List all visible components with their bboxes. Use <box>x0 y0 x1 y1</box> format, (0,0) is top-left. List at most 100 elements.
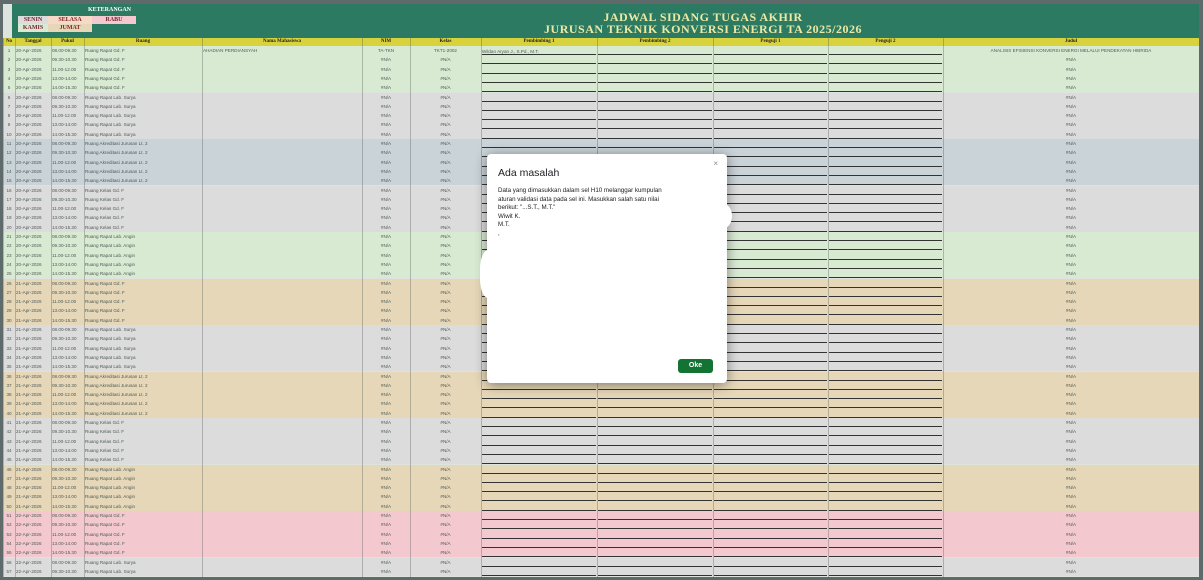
examiner2-dropdown[interactable] <box>829 438 942 446</box>
student-name-cell[interactable] <box>203 502 361 511</box>
room-cell[interactable]: Ruang Akreditasi Jurusan Lt. 2 <box>85 409 201 418</box>
examiner1-dropdown[interactable] <box>714 475 827 483</box>
date-cell[interactable]: 21-Apr-2026 <box>16 381 50 390</box>
class-cell[interactable]: #N/A <box>411 455 480 464</box>
date-cell[interactable]: 21-Apr-2026 <box>16 465 50 474</box>
examiner1-dropdown[interactable] <box>714 326 827 334</box>
time-cell[interactable]: 13.00-14.00 <box>52 213 83 222</box>
student-name-cell[interactable] <box>203 539 361 548</box>
nim-cell[interactable]: #N/A <box>363 83 409 92</box>
class-cell[interactable]: #N/A <box>411 260 480 269</box>
examiner2-dropdown[interactable] <box>829 233 942 241</box>
room-cell[interactable]: Ruang Rapat Lab. Surya <box>85 334 201 343</box>
student-name-cell[interactable] <box>203 213 361 222</box>
title-cell[interactable]: #N/A <box>944 195 1198 204</box>
advisor1-dropdown[interactable] <box>482 121 596 130</box>
room-cell[interactable]: Ruang Rapat Gd. F <box>85 46 201 55</box>
class-cell[interactable]: #N/A <box>411 502 480 511</box>
title-cell[interactable]: #N/A <box>944 120 1198 129</box>
class-cell[interactable]: #N/A <box>411 437 480 446</box>
class-cell[interactable]: #N/A <box>411 186 480 195</box>
nim-cell[interactable]: #N/A <box>363 483 409 492</box>
room-cell[interactable]: Ruang Rapat Gd. F <box>85 316 201 325</box>
close-icon[interactable]: × <box>713 159 718 168</box>
student-name-cell[interactable] <box>203 120 361 129</box>
advisor2-dropdown[interactable] <box>598 84 712 93</box>
title-cell[interactable]: #N/A <box>944 213 1198 222</box>
student-name-cell[interactable] <box>203 158 361 167</box>
date-cell[interactable]: 20-Apr-2026 <box>16 74 50 83</box>
advisor1-dropdown[interactable] <box>482 410 596 418</box>
date-cell[interactable]: 20-Apr-2026 <box>16 232 50 241</box>
date-cell[interactable]: 20-Apr-2026 <box>16 46 50 55</box>
nim-cell[interactable]: #N/A <box>363 372 409 381</box>
examiner1-dropdown[interactable] <box>714 177 827 186</box>
title-cell[interactable]: #N/A <box>944 111 1198 120</box>
date-cell[interactable]: 22-Apr-2026 <box>16 558 50 567</box>
student-name-cell[interactable] <box>203 353 361 362</box>
examiner2-dropdown[interactable] <box>829 549 942 558</box>
nim-cell[interactable]: #N/A <box>363 465 409 474</box>
advisor1-dropdown[interactable] <box>482 419 596 427</box>
class-cell[interactable]: #N/A <box>411 334 480 343</box>
advisor1-dropdown[interactable] <box>482 84 596 93</box>
time-cell[interactable]: 11.00-12.00 <box>52 344 83 353</box>
advisor2-dropdown[interactable] <box>598 428 712 437</box>
advisor2-dropdown[interactable] <box>598 531 712 539</box>
room-cell[interactable]: Ruang Kelas Gd. F <box>85 223 201 232</box>
student-name-cell[interactable] <box>203 83 361 92</box>
advisor1-dropdown[interactable] <box>482 56 596 65</box>
student-name-cell[interactable] <box>203 511 361 520</box>
advisor1-dropdown[interactable] <box>482 484 596 493</box>
date-cell[interactable]: 20-Apr-2026 <box>16 176 50 185</box>
student-name-cell[interactable] <box>203 418 361 427</box>
student-name-cell[interactable] <box>203 381 361 390</box>
class-cell[interactable]: #N/A <box>411 530 480 539</box>
examiner2-dropdown[interactable] <box>829 428 942 437</box>
advisor2-dropdown[interactable] <box>598 400 712 409</box>
examiner1-dropdown[interactable] <box>714 168 827 176</box>
class-cell[interactable]: #N/A <box>411 158 480 167</box>
examiner1-dropdown[interactable] <box>714 466 827 474</box>
room-cell[interactable]: Ruang Kelas Gd. F <box>85 446 201 455</box>
date-cell[interactable]: 20-Apr-2026 <box>16 241 50 250</box>
examiner2-dropdown[interactable] <box>829 410 942 418</box>
examiner2-dropdown[interactable] <box>829 84 942 93</box>
advisor2-dropdown[interactable] <box>598 503 712 511</box>
nim-cell[interactable]: #N/A <box>363 74 409 83</box>
examiner2-dropdown[interactable] <box>829 354 942 362</box>
nim-cell[interactable]: #N/A <box>363 93 409 102</box>
room-cell[interactable]: Ruang Rapat Lab. Surya <box>85 353 201 362</box>
examiner1-dropdown[interactable] <box>714 354 827 362</box>
advisor1-dropdown[interactable] <box>482 447 596 455</box>
date-cell[interactable]: 21-Apr-2026 <box>16 362 50 371</box>
examiner1-dropdown[interactable] <box>714 512 827 520</box>
room-cell[interactable]: Ruang Kelas Gd. F <box>85 418 201 427</box>
title-cell[interactable]: #N/A <box>944 325 1198 334</box>
room-cell[interactable]: Ruang Rapat Lab. Surya <box>85 344 201 353</box>
student-name-cell[interactable] <box>203 139 361 148</box>
time-cell[interactable]: 13.00-14.00 <box>52 353 83 362</box>
title-cell[interactable]: #N/A <box>944 567 1198 576</box>
advisor2-dropdown[interactable] <box>598 512 712 520</box>
room-cell[interactable]: Ruang Akreditasi Jurusan Lt. 2 <box>85 399 201 408</box>
title-cell[interactable]: #N/A <box>944 334 1198 343</box>
examiner1-dropdown[interactable] <box>714 56 827 65</box>
time-cell[interactable]: 11.00-12.00 <box>52 65 83 74</box>
examiner2-dropdown[interactable] <box>829 187 942 195</box>
examiner2-dropdown[interactable] <box>829 373 942 381</box>
advisor1-dropdown[interactable] <box>482 428 596 437</box>
examiner2-dropdown[interactable] <box>829 484 942 493</box>
examiner1-dropdown[interactable] <box>714 149 827 158</box>
advisor1-dropdown[interactable] <box>482 140 596 148</box>
class-cell[interactable]: #N/A <box>411 558 480 567</box>
date-cell[interactable]: 20-Apr-2026 <box>16 186 50 195</box>
title-cell[interactable]: #N/A <box>944 353 1198 362</box>
nim-cell[interactable]: #N/A <box>363 399 409 408</box>
nim-cell[interactable]: #N/A <box>363 548 409 557</box>
date-cell[interactable]: 20-Apr-2026 <box>16 195 50 204</box>
time-cell[interactable]: 11.00-12.00 <box>52 297 83 306</box>
date-cell[interactable]: 21-Apr-2026 <box>16 492 50 501</box>
nim-cell[interactable]: #N/A <box>363 502 409 511</box>
nim-cell[interactable]: #N/A <box>363 455 409 464</box>
